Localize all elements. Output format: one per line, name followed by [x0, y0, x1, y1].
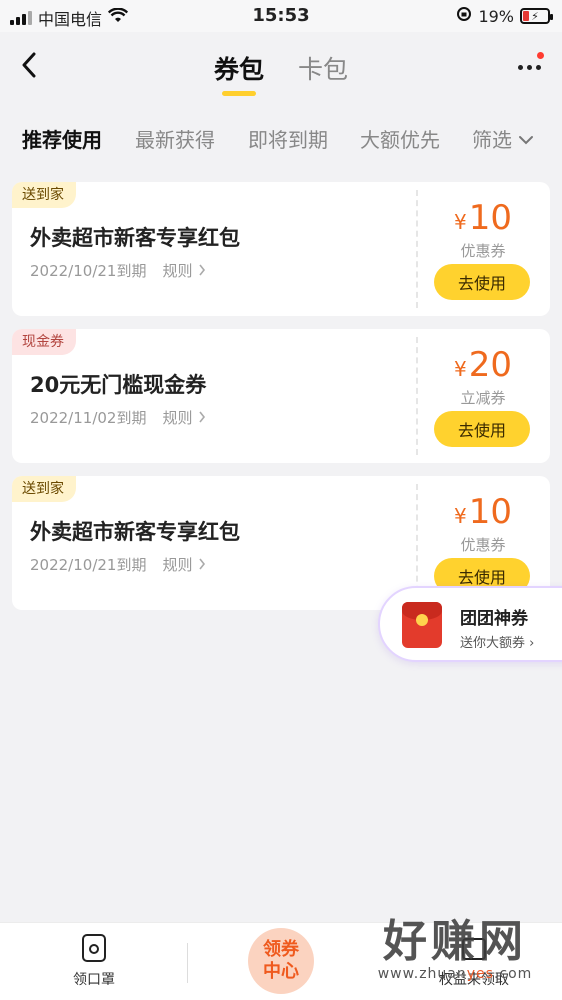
chevron-right-icon [198, 556, 206, 574]
bottom-separator [187, 943, 188, 983]
promo-subtitle: 送你大额券 › [460, 636, 535, 651]
filter-screen-label: 筛选 [472, 128, 512, 152]
more-dots-icon [517, 64, 541, 70]
coupon-card[interactable]: 送到家 外卖超市新客专享红包 2022/10/21到期 规则 ¥10 优惠券 去… [12, 182, 550, 316]
tab-coupon-pack[interactable]: 券包 [214, 50, 264, 96]
currency-symbol: ¥ [454, 504, 467, 528]
filter-large-amount[interactable]: 大额优先 [360, 124, 440, 153]
currency-symbol: ¥ [454, 357, 467, 381]
coupon-meta: 2022/10/21到期 规则 [30, 260, 206, 281]
nav-bar: 券包 卡包 [0, 32, 562, 106]
watermark-url-prefix: www.zhuan [377, 966, 467, 982]
status-bar: 中国电信 15:53 19% ⚡ [0, 0, 562, 32]
coupon-title: 外卖超市新客专享红包 [30, 520, 240, 544]
coupon-tag: 送到家 [12, 476, 76, 502]
watermark-title: 好赚网 [383, 916, 527, 967]
coupon-center-line1: 领券 [263, 939, 299, 960]
tab-card-pack[interactable]: 卡包 [298, 50, 348, 94]
coupon-title: 外卖超市新客专享红包 [30, 226, 240, 250]
coupon-type: 优惠券 [460, 536, 506, 554]
amount-value: 10 [468, 198, 512, 238]
use-button[interactable]: 去使用 [434, 264, 530, 300]
more-button[interactable] [514, 52, 544, 82]
coupon-tag: 送到家 [12, 182, 76, 208]
top-tabs: 券包 卡包 [0, 50, 562, 96]
bottom-item-mask-label: 领口罩 [73, 972, 115, 988]
watermark-url-suffix: .com [493, 966, 533, 982]
coupon-rule-label: 规则 [162, 556, 193, 574]
battery-icon: ⚡ [520, 8, 553, 24]
coupon-amount: ¥10 [416, 198, 550, 238]
mask-card-icon [80, 933, 108, 963]
coupon-rule-link[interactable]: 规则 [162, 407, 206, 428]
coupon-expiry: 2022/10/21到期 [30, 262, 147, 280]
currency-symbol: ¥ [454, 210, 467, 234]
chevron-down-icon [518, 127, 534, 151]
filter-expiring[interactable]: 即将到期 [248, 124, 328, 153]
coupon-expiry: 2022/11/02到期 [30, 409, 147, 427]
coupon-center-button[interactable]: 领券 中心 [248, 928, 314, 994]
promo-title: 团团神券 [460, 609, 528, 629]
coupon-type: 优惠券 [460, 242, 506, 260]
watermark-url-highlight: yes [466, 966, 494, 982]
chevron-right-icon [198, 262, 206, 280]
notification-dot [537, 52, 544, 59]
coupon-amount: ¥10 [416, 492, 550, 532]
coupon-rule-label: 规则 [162, 409, 193, 427]
bottom-item-mask[interactable]: 领口罩 [44, 933, 144, 989]
coupon-center-line2: 中心 [263, 961, 299, 982]
coupon-tag: 现金券 [12, 329, 76, 355]
red-envelope-icon [402, 602, 442, 648]
watermark-url: www.zhuanyes.com [355, 966, 555, 982]
battery-percent: 19% [478, 6, 514, 26]
coupon-expiry: 2022/10/21到期 [30, 556, 147, 574]
coupon-title: 20元无门槛现金券 [30, 373, 207, 397]
coupon-amount: ¥20 [416, 345, 550, 385]
filter-newest[interactable]: 最新获得 [135, 124, 215, 153]
amount-value: 10 [468, 492, 512, 532]
promo-banner[interactable]: 团团神券 送你大额券 › [378, 586, 562, 662]
filter-recommended[interactable]: 推荐使用 [22, 124, 102, 153]
coupon-rule-link[interactable]: 规则 [162, 260, 206, 281]
coupon-meta: 2022/11/02到期 规则 [30, 407, 206, 428]
use-button[interactable]: 去使用 [434, 411, 530, 447]
coupon-rule-label: 规则 [162, 262, 193, 280]
status-right: 19% ⚡ [456, 6, 553, 26]
amount-value: 20 [468, 345, 512, 385]
watermark: 好赚网 www.zhuanyes.com [355, 918, 555, 998]
filter-screen[interactable]: 筛选 [472, 124, 534, 153]
chevron-right-icon [198, 409, 206, 427]
filter-bar: 推荐使用 最新获得 即将到期 大额优先 筛选 [0, 118, 562, 158]
rotation-lock-icon [456, 6, 472, 26]
coupon-meta: 2022/10/21到期 规则 [30, 554, 206, 575]
coupon-card[interactable]: 现金券 20元无门槛现金券 2022/11/02到期 规则 ¥20 立减券 去使… [12, 329, 550, 463]
coupon-rule-link[interactable]: 规则 [162, 554, 206, 575]
coupon-type: 立减券 [460, 389, 506, 407]
